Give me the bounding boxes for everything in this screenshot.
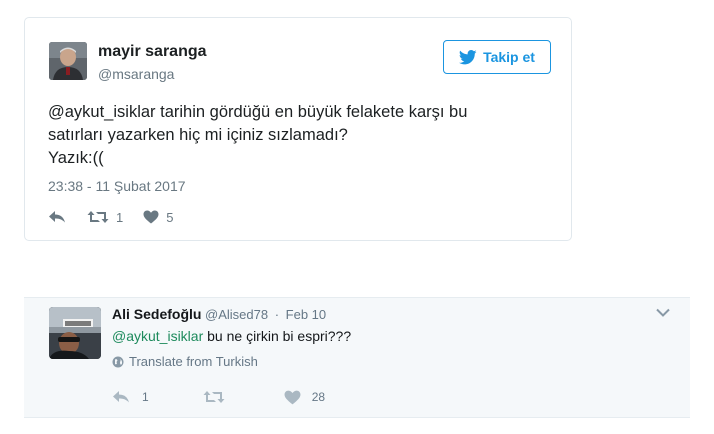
globe-icon (112, 356, 124, 367)
tweet-timestamp[interactable]: 23:38 - 11 Şubat 2017 (48, 178, 186, 194)
author-avatar[interactable] (49, 42, 87, 80)
reply-author-name[interactable]: Ali Sedefoğlu (112, 306, 201, 322)
retweet-icon (87, 211, 109, 223)
chevron-down-icon[interactable] (656, 308, 670, 318)
reply-icon (49, 211, 65, 223)
reply-author-handle[interactable]: @Alised78 (205, 307, 268, 322)
reply-like-count: 28 (311, 390, 326, 404)
reply-mention-link[interactable]: @aykut_isiklar (112, 328, 203, 344)
heart-icon (284, 390, 301, 404)
embedded-tweet-card: mayir saranga @msaranga Takip et @aykut_… (24, 17, 572, 241)
reply-date[interactable]: Feb 10 (286, 307, 326, 322)
meta-separator: · (274, 307, 280, 322)
reply-button[interactable] (48, 210, 66, 224)
retweet-button[interactable] (203, 390, 225, 404)
follow-button-label: Takip et (483, 49, 535, 65)
tweet-text-line: Yazık:(( (48, 149, 104, 167)
tweet-actions: 1 5 (48, 208, 173, 226)
heart-icon (143, 210, 159, 224)
author-name[interactable]: mayir saranga (98, 43, 207, 61)
reply-meta: @Alised78 · Feb 10 (205, 307, 326, 322)
reply-text-body: bu ne çirkin bi espri??? (203, 328, 352, 344)
retweet-count: 1 (116, 209, 124, 225)
reply-actions: 1 28 (112, 389, 325, 405)
retweet-button[interactable]: 1 (87, 210, 123, 225)
reply-text: @aykut_isiklar bu ne çirkin bi espri??? (112, 328, 351, 344)
retweet-icon (203, 391, 225, 403)
follow-button[interactable]: Takip et (443, 40, 551, 74)
reply-count: 1 (142, 390, 149, 404)
like-button[interactable]: 5 (143, 210, 173, 225)
avatar-photo-icon (49, 42, 87, 80)
reply-tweet[interactable]: Ali Sedefoğlu @Alised78 · Feb 10 @aykut_… (24, 297, 690, 418)
twitter-bird-icon (459, 49, 477, 64)
tweet-text: @aykut_isiklar tarihin gördüğü en büyük … (48, 101, 548, 170)
reply-author-avatar[interactable] (49, 307, 101, 359)
like-button[interactable]: 28 (284, 390, 325, 405)
translate-label: Translate from Turkish (129, 354, 258, 369)
like-count: 5 (166, 209, 174, 225)
avatar-photo-icon (49, 307, 101, 359)
tweet-text-line: satırları yazarken hiç mi içiniz sızlama… (48, 126, 348, 144)
reply-button[interactable]: 1 (112, 390, 149, 404)
translate-link[interactable]: Translate from Turkish (112, 354, 258, 369)
author-handle[interactable]: @msaranga (98, 66, 174, 82)
reply-icon (113, 391, 129, 403)
tweet-text-line: @aykut_isiklar tarihin gördüğü en büyük … (48, 103, 468, 121)
